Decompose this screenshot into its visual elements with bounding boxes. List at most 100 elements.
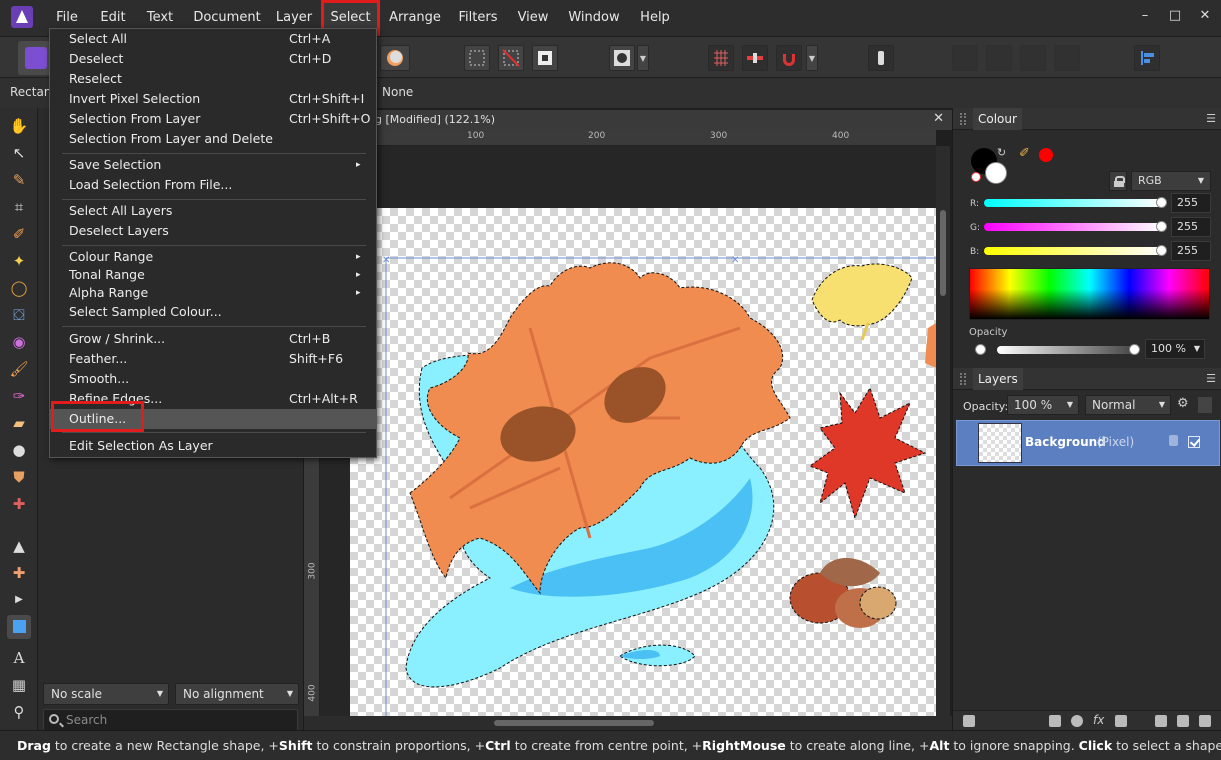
blue-channel-value[interactable]: 255: [1171, 241, 1211, 261]
rectangle-tool-icon[interactable]: [7, 615, 31, 639]
menu-filters[interactable]: Filters: [454, 0, 502, 36]
inpainting-tool-icon[interactable]: ✚: [7, 561, 31, 585]
search-input[interactable]: Search: [43, 709, 298, 731]
node-tool-icon[interactable]: ▶: [7, 588, 31, 612]
flood-select-tool-icon[interactable]: ✦: [7, 249, 31, 273]
invert-selection-button[interactable]: [532, 45, 558, 71]
menu-item-feather[interactable]: Feather... Shift+F6: [50, 349, 376, 369]
horizontal-scrollbar[interactable]: [304, 716, 952, 730]
menu-arrange[interactable]: Arrange: [386, 0, 444, 36]
snapping-dropdown-icon[interactable]: ▼: [806, 45, 818, 71]
layer-row[interactable]: Background (Pixel): [956, 420, 1220, 466]
red-channel-slider[interactable]: [984, 199, 1162, 207]
canvas-artwork[interactable]: ✕ ✕: [350, 208, 936, 716]
close-document-icon[interactable]: ✕: [933, 111, 944, 126]
quick-mask-dropdown-icon[interactable]: ▼: [637, 45, 649, 71]
panel-grip-icon[interactable]: [960, 113, 966, 125]
scale-select[interactable]: No scale ▼: [43, 683, 169, 705]
blue-channel-slider[interactable]: [984, 247, 1162, 255]
dodge-tool-icon[interactable]: ●: [7, 438, 31, 462]
arrange-back-button[interactable]: [952, 45, 978, 71]
menu-item-smooth[interactable]: Smooth...: [50, 369, 376, 389]
marquee-select-button[interactable]: [464, 45, 490, 71]
green-channel-slider[interactable]: [984, 223, 1162, 231]
gradient-tool-icon[interactable]: ◉: [7, 330, 31, 354]
color-picker-tool-icon[interactable]: ✎: [7, 168, 31, 192]
menu-window[interactable]: Window: [566, 0, 622, 36]
menu-item-alpha-range[interactable]: Alpha Range ▸: [50, 283, 376, 303]
lock-icon[interactable]: [1109, 171, 1127, 191]
menu-item-load-selection-from-file[interactable]: Load Selection From File...: [50, 175, 376, 195]
panel-grip-icon[interactable]: [960, 373, 966, 385]
colour-picker-icon[interactable]: ✐: [1019, 146, 1030, 161]
green-channel-knob[interactable]: [1156, 221, 1167, 232]
menu-item-select-all-layers[interactable]: Select All Layers: [50, 201, 376, 221]
quick-mask-button[interactable]: [609, 45, 635, 71]
clone-brush-tool-icon[interactable]: ⛊: [7, 465, 31, 489]
tab-colour[interactable]: Colour: [973, 108, 1022, 130]
selection-brush-tool-icon[interactable]: ✐: [7, 222, 31, 246]
blend-mode-select[interactable]: Normal ▼: [1085, 395, 1171, 415]
erase-brush-tool-icon[interactable]: ▰: [7, 411, 31, 435]
adjustment-layer-icon[interactable]: [1071, 715, 1083, 727]
freehand-selection-tool-icon[interactable]: ◯: [7, 276, 31, 300]
colour-opacity-knob[interactable]: [1129, 344, 1140, 355]
menu-item-save-selection[interactable]: Save Selection ▸: [50, 155, 376, 175]
document-tab[interactable]: ng [Modified] (122.1%) ✕: [304, 110, 952, 130]
layer-visibility-checkbox[interactable]: [1188, 436, 1200, 448]
menu-item-invert-pixel-selection[interactable]: Invert Pixel Selection Ctrl+Shift+I: [50, 89, 376, 109]
alignment-select[interactable]: No alignment ▼: [175, 683, 299, 705]
vertical-scrollbar-thumb[interactable]: [940, 210, 946, 296]
paint-brush-tool-icon[interactable]: 🖌: [7, 357, 31, 381]
tab-layers[interactable]: Layers: [973, 368, 1023, 390]
horizontal-scrollbar-thumb[interactable]: [494, 720, 654, 726]
no-colour-icon[interactable]: [971, 172, 981, 182]
colour-spectrum[interactable]: [969, 268, 1210, 320]
context-none-label[interactable]: None: [382, 85, 413, 99]
menu-item-selection-from-layer[interactable]: Selection From Layer Ctrl+Shift+O: [50, 109, 376, 129]
menu-help[interactable]: Help: [636, 0, 674, 36]
zoom-tool-icon[interactable]: ⚲: [7, 700, 31, 724]
layer-stack-icon[interactable]: [963, 715, 975, 727]
flood-fill-tool-icon[interactable]: ⛋: [7, 303, 31, 327]
menu-item-deselect-layers[interactable]: Deselect Layers: [50, 221, 376, 241]
hand-tool-icon[interactable]: ✋: [7, 114, 31, 138]
deselect-button[interactable]: [498, 45, 524, 71]
colour-wheel-button[interactable]: [380, 45, 410, 71]
assistant-button[interactable]: [868, 45, 894, 71]
red-channel-knob[interactable]: [1156, 197, 1167, 208]
vertical-scrollbar[interactable]: [936, 146, 950, 716]
red-channel-value[interactable]: 255: [1171, 193, 1211, 213]
menu-item-selection-from-layer-and-delete[interactable]: Selection From Layer and Delete: [50, 129, 376, 149]
mesh-warp-tool-icon[interactable]: ▦: [7, 673, 31, 697]
lock-layer-icon[interactable]: [1198, 397, 1212, 413]
move-tool-icon[interactable]: ↖: [7, 141, 31, 165]
snapping-grid-button[interactable]: [708, 45, 734, 71]
align-button[interactable]: [1134, 45, 1160, 71]
menu-item-grow-shrink[interactable]: Grow / Shrink... Ctrl+B: [50, 329, 376, 349]
crop-tool-icon[interactable]: ⌗: [7, 195, 31, 219]
folder-icon[interactable]: [1155, 715, 1167, 727]
blue-channel-knob[interactable]: [1156, 245, 1167, 256]
colour-opacity-value[interactable]: 100 % ▼: [1145, 339, 1205, 359]
picked-colour-swatch[interactable]: [1039, 148, 1053, 162]
trash-icon[interactable]: [1199, 715, 1211, 727]
healing-brush-tool-icon[interactable]: ✚: [7, 492, 31, 516]
menu-view[interactable]: View: [514, 0, 552, 36]
snapping-magnet-button[interactable]: [776, 45, 802, 71]
text-tool-icon[interactable]: A: [7, 646, 31, 670]
arrange-forward-button[interactable]: [1020, 45, 1046, 71]
maximize-icon[interactable]: □: [1162, 4, 1188, 28]
panel-menu-icon[interactable]: ☰: [1206, 112, 1216, 125]
close-window-icon[interactable]: ✕: [1192, 4, 1218, 28]
layer-opacity-select[interactable]: 100 % ▼: [1007, 395, 1079, 415]
menu-item-edit-selection-as-layer[interactable]: Edit Selection As Layer: [50, 436, 376, 456]
menu-item-select-all[interactable]: Select All Ctrl+A: [50, 29, 376, 49]
green-channel-value[interactable]: 255: [1171, 217, 1211, 237]
menu-item-reselect[interactable]: Reselect: [50, 69, 376, 89]
colour-replacement-tool-icon[interactable]: ✑: [7, 384, 31, 408]
menu-item-select-sampled-colour[interactable]: Select Sampled Colour...: [50, 302, 376, 322]
add-layer-icon[interactable]: [1177, 715, 1189, 727]
mask-layer-icon[interactable]: [1049, 715, 1061, 727]
arrange-front-button[interactable]: [1054, 45, 1080, 71]
